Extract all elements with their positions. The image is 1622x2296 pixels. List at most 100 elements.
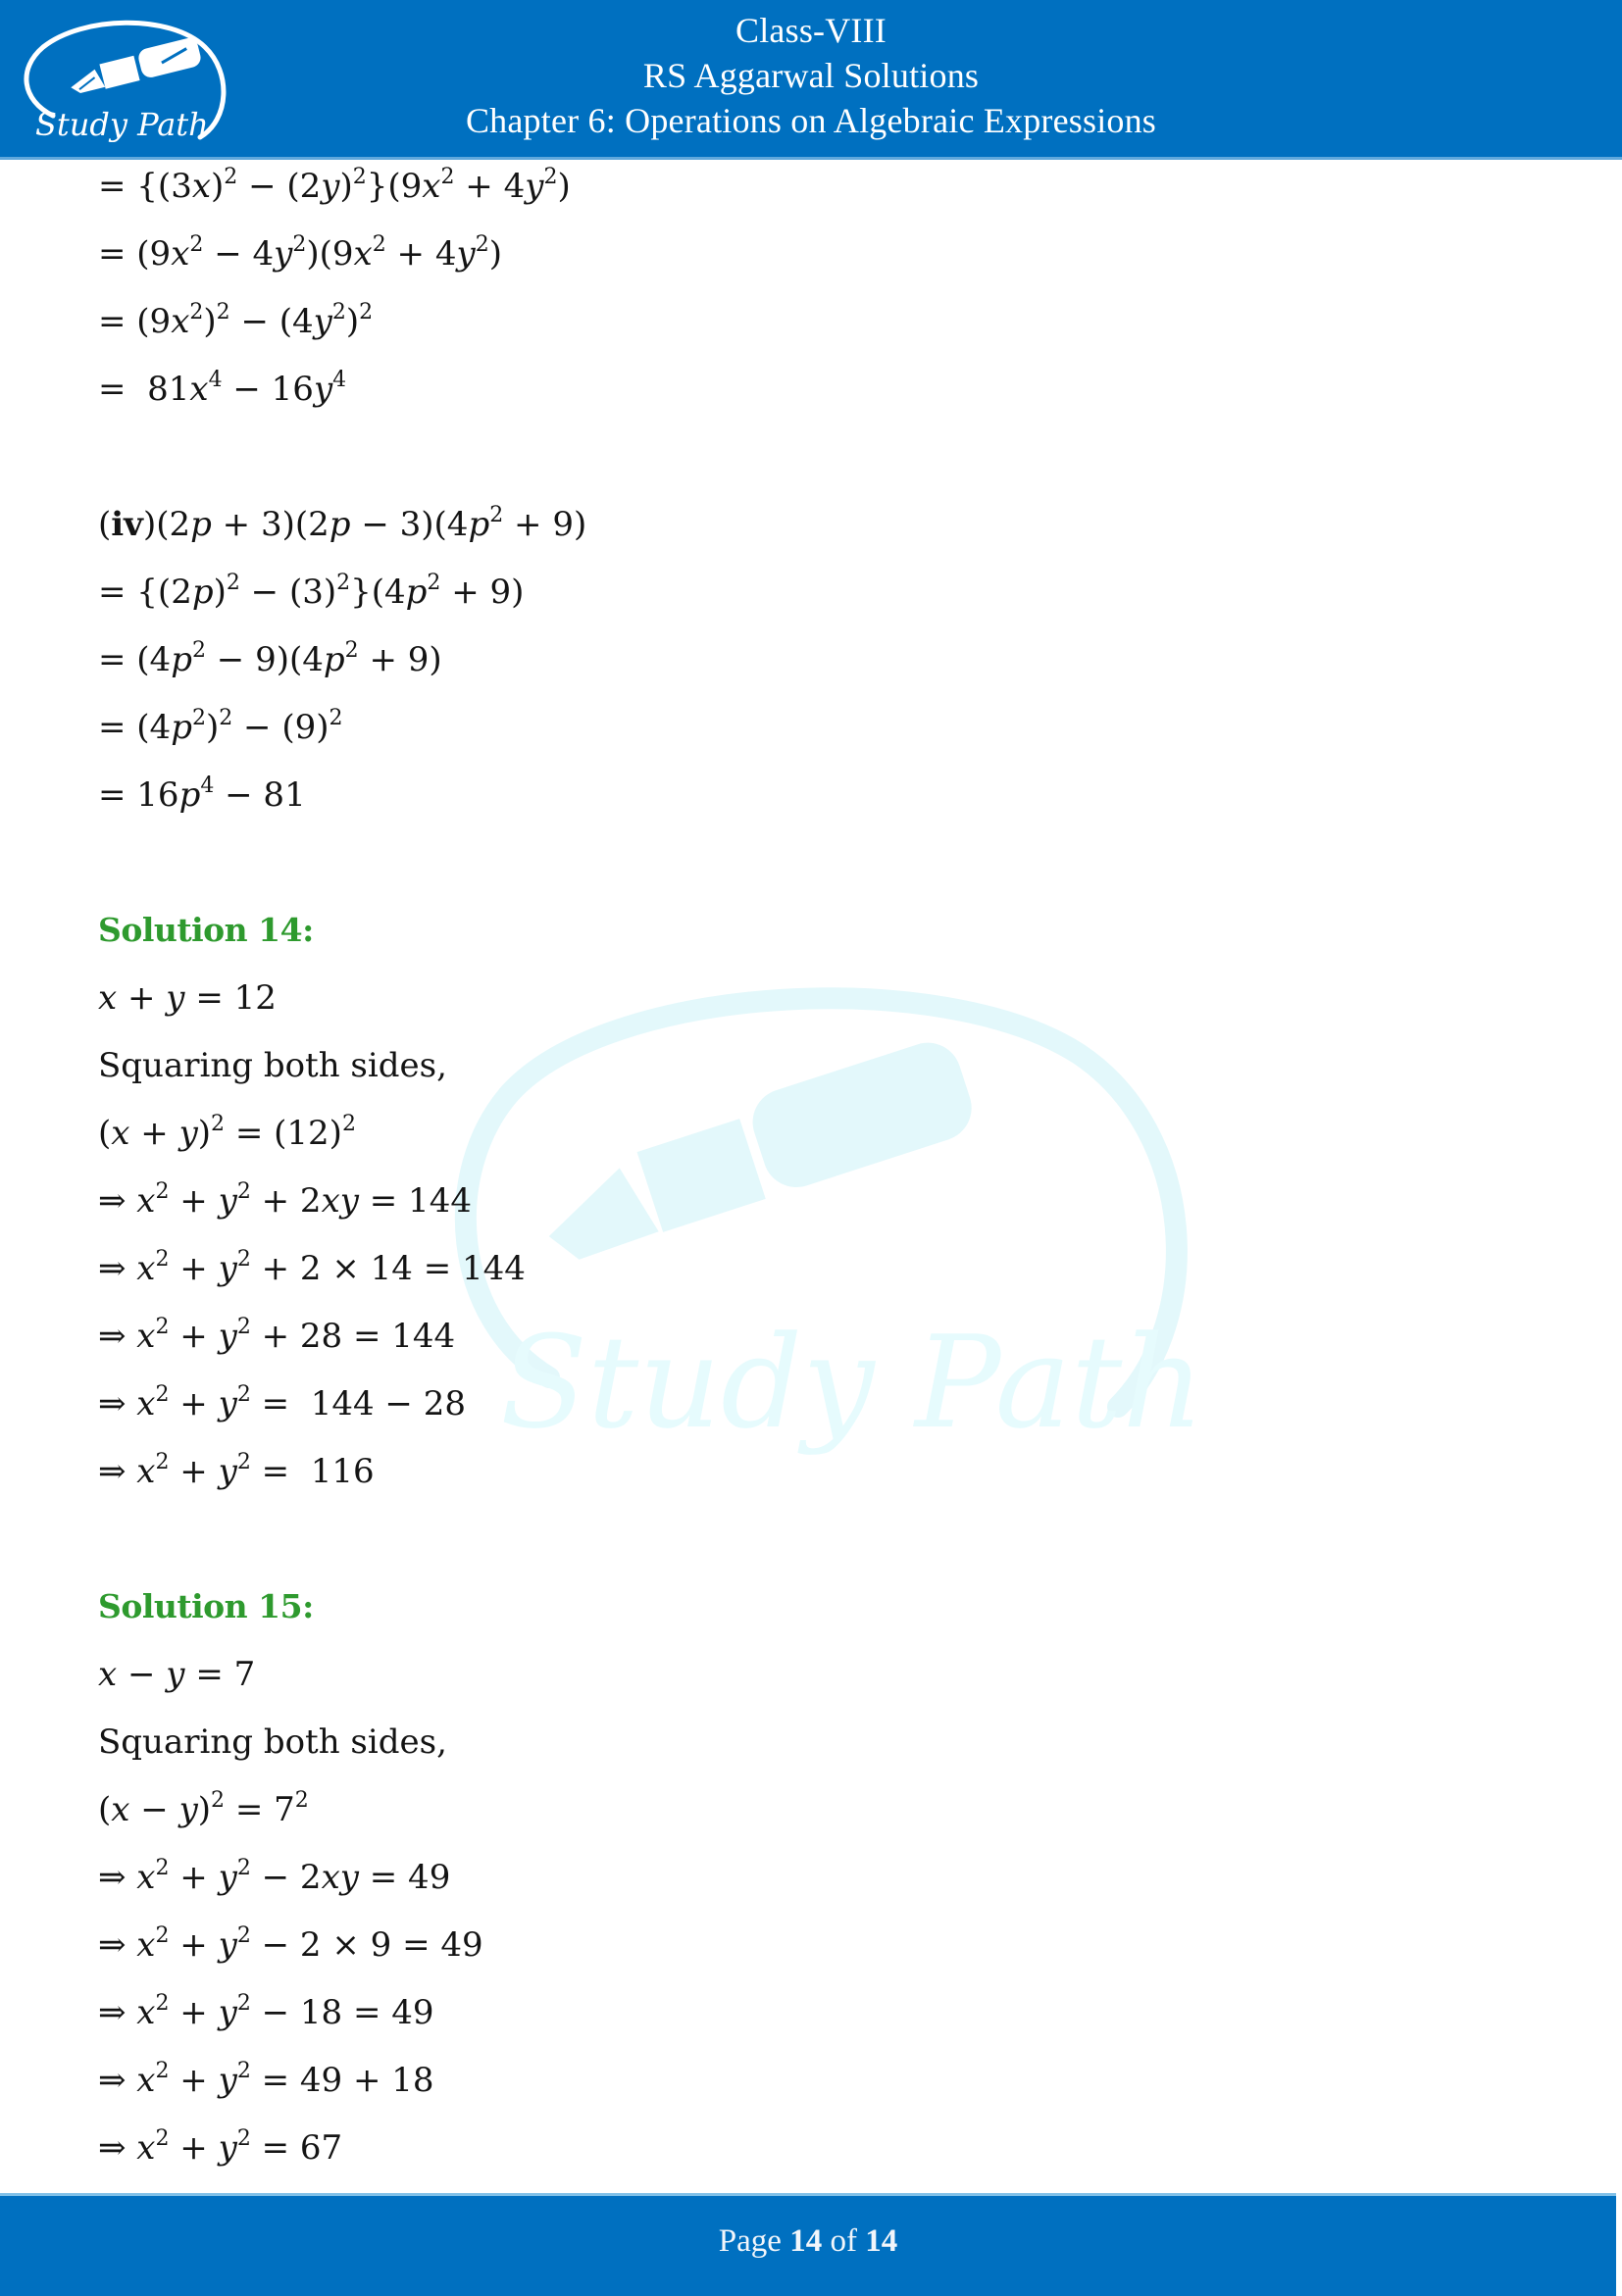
exponent: 2: [352, 165, 367, 189]
exponent: 2: [191, 638, 206, 663]
math-variable: y: [218, 1181, 237, 1221]
exponent: 2: [216, 300, 230, 324]
math-variable: x: [136, 1858, 156, 1897]
math-text: − (9): [232, 708, 329, 747]
math-text: (: [98, 505, 112, 544]
exponent: 2: [427, 571, 441, 595]
exponent: 2: [236, 1315, 251, 1339]
math-text: (: [98, 1114, 112, 1153]
math-variable: p: [171, 640, 192, 679]
math-text: + 2 × 14 = 144: [250, 1249, 526, 1288]
part-iv-line: = (4p2)2 − (9)2: [98, 706, 343, 748]
exponent: 2: [236, 1179, 251, 1204]
exponent: 4: [208, 368, 223, 392]
part-iv-line: = 16p4 − 81: [98, 774, 306, 816]
math-variable: y: [274, 234, 293, 274]
math-variable: x: [136, 1317, 156, 1356]
page-footer: Page 14 of 14: [0, 2193, 1616, 2296]
math-text: ): [345, 302, 360, 341]
part-iii-continued-line: = 81x4 − 16y4: [98, 368, 347, 410]
watermark-pen-icon: [548, 1042, 972, 1260]
study-path-watermark: Study Path: [455, 987, 1204, 1456]
math-text: = 16: [98, 775, 179, 815]
exponent: 2: [236, 1856, 251, 1880]
math-text: + 4: [454, 167, 526, 206]
math-text: +: [169, 1181, 219, 1221]
solution-14-line: ⇒ x2 + y2 + 2 × 14 = 144: [98, 1249, 526, 1289]
exponent: 4: [200, 774, 215, 798]
exponent: 2: [189, 232, 204, 257]
math-text: = (9: [98, 234, 172, 274]
part-iii-continued-line: = (9x2 − 4y2)(9x2 + 4y2): [98, 232, 502, 275]
exponent: 2: [155, 1382, 170, 1407]
math-text: = 144 − 28: [250, 1384, 466, 1423]
math-variable: x: [98, 1655, 118, 1694]
math-text: ): [339, 167, 353, 206]
math-text: ⇒: [98, 1249, 137, 1288]
math-variable: x: [191, 167, 212, 206]
math-text: ): [213, 573, 227, 612]
math-text: + 9): [358, 640, 442, 679]
total-pages: 14: [865, 2223, 898, 2259]
header-titles: Class-VIII RS Aggarwal Solutions Chapter…: [0, 8, 1622, 143]
exponent: 2: [236, 2126, 251, 2151]
part-iii-continued-line: = (9x2)2 − (4y2)2: [98, 300, 373, 342]
math-variable: x: [111, 1790, 130, 1829]
math-text: = {(2: [98, 573, 192, 612]
math-text: ): [488, 234, 502, 274]
math-text: − 81: [214, 775, 306, 815]
math-variable: y: [218, 1317, 237, 1356]
math-text: = 7: [184, 1655, 256, 1694]
math-variable: y: [218, 1452, 237, 1491]
exponent: 2: [236, 1450, 251, 1474]
math-variable: p: [323, 640, 345, 679]
math-text: ⇒: [98, 1858, 137, 1897]
math-text: = 144: [358, 1181, 472, 1221]
math-text: −: [117, 1655, 167, 1694]
math-variable: x: [136, 1181, 156, 1221]
solution-14-line: (x + y)2 = (12)2: [98, 1114, 356, 1154]
math-variable: x: [136, 2061, 156, 2100]
math-text: −: [129, 1790, 179, 1829]
page-prefix: Page: [718, 2223, 782, 2259]
math-text: )(9: [306, 234, 354, 274]
math-variable: p: [329, 505, 351, 544]
exponent: 2: [329, 706, 343, 730]
math-text: + 4: [385, 234, 457, 274]
math-variable: y: [218, 1925, 237, 1965]
math-text: − 2: [250, 1858, 322, 1897]
exponent: 4: [332, 368, 347, 392]
math-text: +: [169, 1858, 219, 1897]
math-text: − 2 × 9 = 49: [250, 1925, 483, 1965]
exponent: 2: [155, 2059, 170, 2083]
exponent: 2: [543, 165, 558, 189]
math-text: + 2: [250, 1181, 322, 1221]
math-variable: x: [353, 234, 373, 274]
math-variable: x: [136, 2128, 156, 2168]
current-page: 14: [789, 2223, 823, 2259]
exponent: 2: [292, 232, 307, 257]
math-text: }(9: [366, 167, 423, 206]
part-iv-line: = (4p2 − 9)(4p2 + 9): [98, 638, 442, 680]
math-variable: y: [218, 1249, 237, 1288]
math-variable: y: [313, 370, 333, 409]
part-iv-line: = {(2p)2 − (3)2}(4p2 + 9): [98, 571, 524, 613]
solution-15-line: x − y = 7: [98, 1655, 255, 1694]
math-variable: y: [313, 302, 332, 341]
math-text: − 16: [222, 370, 314, 409]
math-variable: x: [171, 302, 190, 341]
math-variable: p: [190, 505, 212, 544]
math-text: +: [169, 1249, 219, 1288]
math-text: = (4: [98, 640, 172, 679]
math-text: = 81: [98, 370, 190, 409]
math-variable: y: [218, 1384, 237, 1423]
math-text: }(4: [350, 573, 406, 612]
math-text: ⇒: [98, 1993, 137, 2032]
exponent: 2: [236, 1923, 251, 1948]
math-text: − 18 = 49: [250, 1993, 434, 2032]
exponent: 2: [294, 1788, 309, 1813]
math-text: + 28 = 144: [250, 1317, 456, 1356]
math-text: Squaring both sides,: [98, 1046, 447, 1085]
exponent: 2: [226, 571, 240, 595]
solution-15-line: ⇒ x2 + y2 − 2xy = 49: [98, 1856, 450, 1898]
